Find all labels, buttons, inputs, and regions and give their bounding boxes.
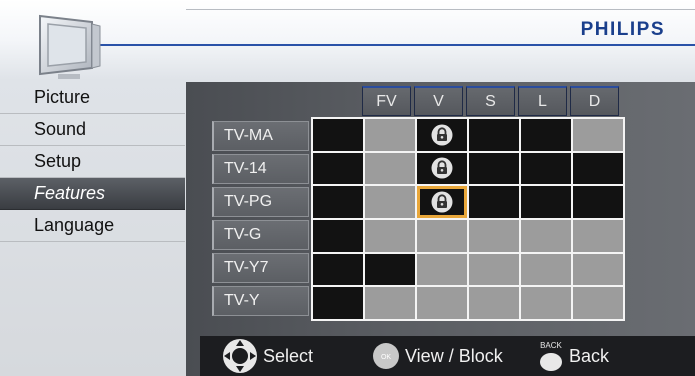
ok-button-icon: OK <box>373 343 399 369</box>
menu-item-features[interactable]: Features <box>0 178 185 210</box>
dpad-icon <box>223 339 257 373</box>
tv-menu-screen: PHILIPS Picture Sound Setup Features Lan… <box>0 0 695 376</box>
cell-tv-pg-l[interactable] <box>521 186 571 218</box>
menu-item-language[interactable]: Language <box>0 210 185 242</box>
cell-tv-14-v[interactable] <box>417 152 467 185</box>
cell-tv-y-v[interactable] <box>417 287 467 319</box>
side-menu: Picture Sound Setup Features Language <box>0 82 185 242</box>
cell-tv-g-s[interactable] <box>469 219 519 252</box>
column-header-v: V <box>414 86 463 116</box>
cell-tv-14-d[interactable] <box>573 152 623 185</box>
row-label-tv-y: TV-Y <box>212 286 309 316</box>
cell-tv-14-l[interactable] <box>521 152 571 185</box>
ratings-grid <box>311 117 625 321</box>
lock-icon <box>431 157 453 179</box>
cell-tv-y7-s[interactable] <box>469 253 519 286</box>
cell-tv-y7-d[interactable] <box>573 253 623 286</box>
cell-tv-pg-s[interactable] <box>469 186 519 218</box>
lock-icon <box>431 191 453 213</box>
cell-tv-pg-d[interactable] <box>573 186 623 218</box>
cell-tv-ma-s[interactable] <box>469 119 519 151</box>
top-divider <box>186 9 695 10</box>
row-label-tv-y7: TV-Y7 <box>212 253 309 283</box>
menu-item-sound[interactable]: Sound <box>0 114 185 146</box>
cell-tv-g-v[interactable] <box>417 219 467 252</box>
hint-select: Select <box>222 336 313 376</box>
cell-tv-g-l[interactable] <box>521 219 571 252</box>
cell-tv-pg-fv[interactable] <box>365 186 415 218</box>
cell-tv-g-d[interactable] <box>573 219 623 252</box>
cell-tv-y-s[interactable] <box>469 287 519 319</box>
cell-tv-y7-fv[interactable] <box>365 253 415 286</box>
cell-tv-g-fv[interactable] <box>365 219 415 252</box>
cell-tv-pg-v[interactable] <box>417 186 467 218</box>
hint-back-label: Back <box>569 345 610 366</box>
cell-tv-pg-all[interactable] <box>313 186 363 218</box>
cell-tv-y-d[interactable] <box>573 287 623 319</box>
brand-logo: PHILIPS <box>580 19 665 40</box>
back-button-icon: BACK <box>540 341 563 371</box>
header-divider <box>62 44 695 46</box>
menu-item-picture[interactable]: Picture <box>0 82 185 114</box>
tv-icon <box>39 14 101 79</box>
column-headers: FV V S L D <box>362 86 622 116</box>
cell-tv-y-fv[interactable] <box>365 287 415 319</box>
button-hint-bar: Select OK View / Block BACK Back <box>200 336 695 376</box>
cell-tv-ma-d[interactable] <box>573 119 623 151</box>
cell-tv-14-s[interactable] <box>469 152 519 185</box>
row-label-tv-ma: TV-MA <box>212 121 309 151</box>
cell-tv-g-all[interactable] <box>313 219 363 252</box>
cell-tv-y7-all[interactable] <box>313 253 363 286</box>
hint-select-label: Select <box>263 345 314 366</box>
hint-view-block: OK View / Block <box>372 336 503 376</box>
row-label-tv-pg: TV-PG <box>212 187 309 217</box>
cell-tv-y-l[interactable] <box>521 287 571 319</box>
ok-button-caption: OK <box>381 354 391 361</box>
cell-tv-ma-fv[interactable] <box>365 119 415 151</box>
hint-back: BACK Back <box>538 336 609 376</box>
row-label-tv-14: TV-14 <box>212 154 309 184</box>
cell-tv-ma-v[interactable] <box>417 119 467 151</box>
cell-tv-14-all[interactable] <box>313 152 363 185</box>
cell-tv-y-all[interactable] <box>313 287 363 319</box>
cell-tv-14-fv[interactable] <box>365 152 415 185</box>
cell-tv-ma-all[interactable] <box>313 119 363 151</box>
row-label-tv-g: TV-G <box>212 220 309 250</box>
column-header-l: L <box>518 86 567 116</box>
hint-view-block-label: View / Block <box>405 345 503 366</box>
column-header-s: S <box>466 86 515 116</box>
back-button-caption: BACK <box>540 341 562 350</box>
row-labels: TV-MA TV-14 TV-PG TV-G TV-Y7 TV-Y <box>212 121 309 319</box>
lock-icon <box>431 124 453 146</box>
column-header-d: D <box>570 86 619 116</box>
menu-item-setup[interactable]: Setup <box>0 146 185 178</box>
cell-tv-ma-l[interactable] <box>521 119 571 151</box>
cell-tv-y7-l[interactable] <box>521 253 571 286</box>
cell-tv-y7-v[interactable] <box>417 253 467 286</box>
column-header-fv: FV <box>362 86 411 116</box>
